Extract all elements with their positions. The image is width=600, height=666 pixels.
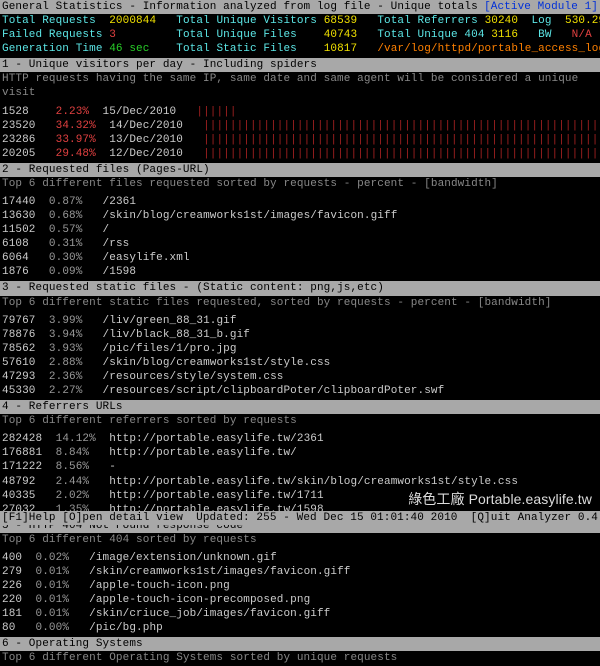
list-row: 6064 0.30% /easylife.xml [2,251,598,265]
footer-updated: Updated: 255 - Wed Dec 15 01:01:40 2010 [196,511,457,525]
list-row: 11502 0.57% / [2,223,598,237]
list-row: 57610 2.88% /skin/blog/creamworks1st/sty… [2,356,598,370]
list-row: 6108 0.31% /rss [2,237,598,251]
list-row: 45330 2.27% /resources/script/clipboardP… [2,384,598,398]
list-row: 48792 2.44% http://portable.easylife.tw/… [2,475,598,489]
list-row: 1876 0.09% /1598 [2,265,598,279]
list-row: 282428 14.12% http://portable.easylife.t… [2,432,598,446]
list-row: 78562 3.93% /pic/files/1/pro.jpg [2,342,598,356]
footer-bar: [F1]Help [O]pen detail view Updated: 255… [0,511,600,525]
section-3-sub: Top 6 different static files requested, … [0,296,600,310]
list-row: 226 0.01% /apple-touch-icon.png [2,579,598,593]
section-2-sub: Top 6 different files requested sorted b… [0,177,600,191]
visitor-row: 1528 2.23% 15/Dec/2010 |||||| [2,105,598,119]
list-row: 220 0.01% /apple-touch-icon-precomposed.… [2,593,598,607]
footer-quit[interactable]: [Q]uit Analyzer 0.4 [471,511,598,525]
section-6-header[interactable]: 6 - Operating Systems [0,637,600,651]
section-3-header[interactable]: 3 - Requested static files - (Static con… [0,281,600,295]
section-1-rows: 1528 2.23% 15/Dec/2010 |||||| 23520 34.3… [0,105,600,161]
section-1-header[interactable]: 1 - Unique visitors per day - Including … [0,58,600,72]
list-row: 400 0.02% /image/extension/unknown.gif [2,551,598,565]
section-3-rows: 79767 3.99% /liv/green_88_31.gif78876 3.… [0,314,600,398]
active-module: [Active Module 1] [484,0,598,14]
footer-help[interactable]: [F1]Help [O]pen detail view [2,511,183,525]
section-4-sub: Top 6 different referrers sorted by requ… [0,414,600,428]
visitor-row: 23520 34.32% 14/Dec/2010 |||||||||||||||… [2,119,598,133]
section-2-rows: 17440 0.87% /236113630 0.68% /skin/blog/… [0,195,600,279]
list-row: 13630 0.68% /skin/blog/creamworks1st/ima… [2,209,598,223]
list-row: 78876 3.94% /liv/black_88_31_b.gif [2,328,598,342]
list-row: 279 0.01% /skin/creamworks1st/images/fav… [2,565,598,579]
section-4-header[interactable]: 4 - Referrers URLs [0,400,600,414]
section-5-rows: 400 0.02% /image/extension/unknown.gif27… [0,551,600,635]
section-5-sub: Top 6 different 404 sorted by requests [0,533,600,547]
list-row: 17440 0.87% /2361 [2,195,598,209]
list-row: 79767 3.99% /liv/green_88_31.gif [2,314,598,328]
list-row: 171222 8.56% - [2,460,598,474]
section-2-header[interactable]: 2 - Requested files (Pages-URL) [0,163,600,177]
list-row: 80 0.00% /pic/bg.php [2,621,598,635]
section-1-sub: HTTP requests having the same IP, same d… [0,72,600,100]
header-title: General Statistics - Information analyze… [2,0,478,14]
section-6-sub: Top 6 different Operating Systems sorted… [0,651,600,665]
visitor-row: 23286 33.97% 13/Dec/2010 |||||||||||||||… [2,133,598,147]
visitor-row: 20205 29.48% 12/Dec/2010 |||||||||||||||… [2,147,598,161]
watermark: 綠色工廠 Portable.easylife.tw [408,491,592,509]
header-bar: General Statistics - Information analyze… [0,0,600,14]
general-stats: Total Requests 2000844 Total Unique Visi… [0,14,600,56]
list-row: 176881 8.84% http://portable.easylife.tw… [2,446,598,460]
list-row: 181 0.01% /skin/criuce_job/images/favico… [2,607,598,621]
list-row: 47293 2.36% /resources/style/system.css [2,370,598,384]
